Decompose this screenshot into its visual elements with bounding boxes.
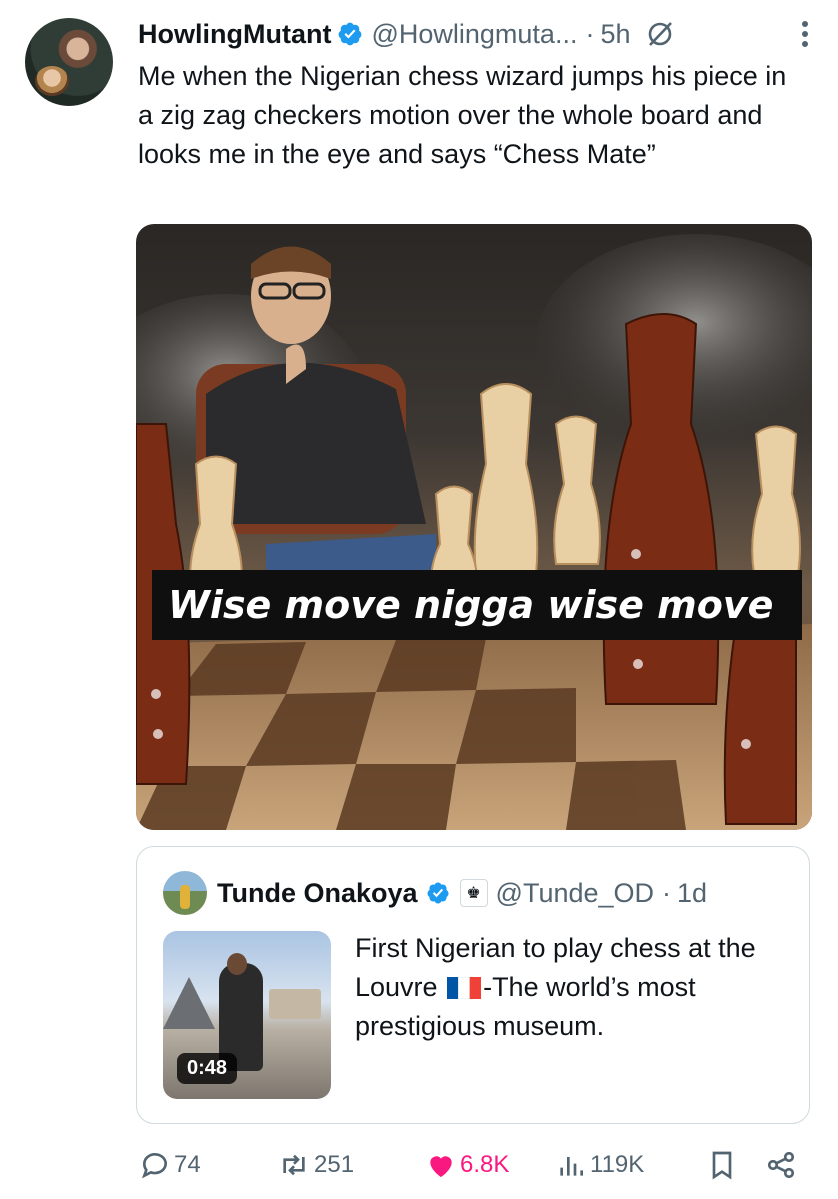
quoted-time[interactable]: 1d [677,878,707,909]
share-button[interactable] [764,1149,800,1181]
post-text: Me when the Nigerian chess wizard jumps … [138,61,787,169]
bookmark-icon [712,1151,732,1180]
grok-icon[interactable] [645,19,675,49]
meme-caption: Wise move nigga wise move [168,583,774,627]
share-icon [767,1151,795,1179]
repost-button[interactable]: 251 [276,1149,354,1181]
reply-icon [141,1153,167,1179]
affiliation-badge-icon: ♚ [459,879,488,907]
author-handle[interactable]: @Howlingmuta... [371,19,577,50]
arch-graphic [269,989,321,1019]
repost-icon [283,1154,305,1176]
verified-badge-icon [427,882,449,904]
person-head-graphic [227,953,247,975]
quoted-post[interactable]: Tunde Onakoya ♚ @Tunde_OD · 1d 0:48 Firs… [136,846,810,1124]
views-count: 119K [590,1151,645,1178]
reply-button[interactable]: 74 [138,1149,201,1181]
quoted-author-name[interactable]: Tunde Onakoya [217,878,418,909]
reply-count: 74 [174,1151,201,1178]
author-name[interactable]: HowlingMutant [138,19,331,50]
repost-count: 251 [314,1151,355,1178]
quoted-text: First Nigerian to play chess at the Louv… [355,929,785,1046]
quoted-header: Tunde Onakoya ♚ @Tunde_OD · 1d [217,871,707,915]
france-flag-icon [447,977,482,999]
quoted-author-handle[interactable]: @Tunde_OD [496,878,654,909]
quoted-author-avatar[interactable] [163,871,207,915]
verified-badge-icon [339,22,362,46]
quoted-separator: · [662,877,672,908]
views-button[interactable]: 119K [554,1149,644,1181]
like-button[interactable]: 6.8K [424,1149,509,1181]
author-avatar[interactable] [25,18,113,106]
video-duration: 0:48 [177,1053,238,1084]
post-header: HowlingMutant @Howlingmuta... · 5h [138,14,828,54]
post-media-image[interactable]: Wise move nigga wise move [136,224,812,830]
louvre-pyramid-graphic [163,977,215,1029]
action-bar: 74 251 6.8K 119K [136,1143,812,1189]
post-separator: · [585,18,595,49]
post-time[interactable]: 5h [600,19,630,50]
chess-scene-illustration [136,234,812,830]
meme-caption-bar: Wise move nigga wise move [152,570,802,640]
like-count: 6.8K [460,1151,510,1178]
views-icon [560,1157,583,1176]
more-icon[interactable] [800,18,810,50]
heart-icon [430,1156,452,1177]
bookmark-button[interactable] [706,1149,740,1181]
quoted-video-thumbnail[interactable]: 0:48 [163,931,331,1099]
